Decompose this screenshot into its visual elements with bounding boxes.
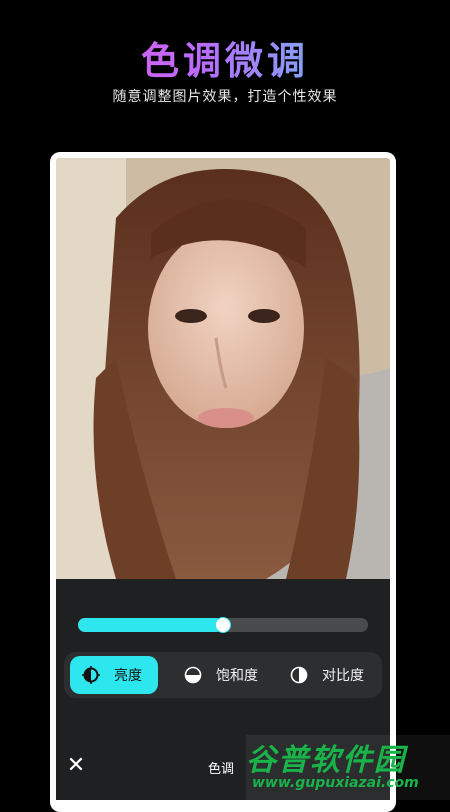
slider-fill [78,618,223,632]
watermark-logo: 谷普软件园 www.gupuxiazai.com [246,735,450,800]
watermark-url: www.gupuxiazai.com [252,775,419,791]
mode-label: 色调 [208,762,235,777]
photo-preview [56,158,390,579]
saturation-icon [184,666,202,684]
watermark-title: 谷普软件园 [246,743,406,778]
tab-brightness-label: 亮度 [114,668,142,684]
tab-contrast[interactable]: 对比度 [290,656,364,694]
contrast-icon [290,666,308,684]
editor-screen: 亮度 饱和度 对比度 ✕ 色调 [56,158,390,800]
brightness-icon [82,666,100,684]
promo-title: 色调微调 [0,30,450,85]
tab-contrast-label: 对比度 [322,668,364,684]
promo-subtitle: 随意调整图片效果，打造个性效果 [112,89,338,105]
adjustment-tabbar: 亮度 饱和度 对比度 [64,652,382,698]
slider-knob[interactable] [215,617,231,633]
adjustment-slider[interactable] [78,617,368,633]
portrait-image [56,158,390,579]
close-icon[interactable]: ✕ [64,754,88,778]
tab-saturation-label: 饱和度 [216,668,258,684]
tab-brightness[interactable]: 亮度 [70,656,158,694]
tab-saturation[interactable]: 饱和度 [184,656,258,694]
